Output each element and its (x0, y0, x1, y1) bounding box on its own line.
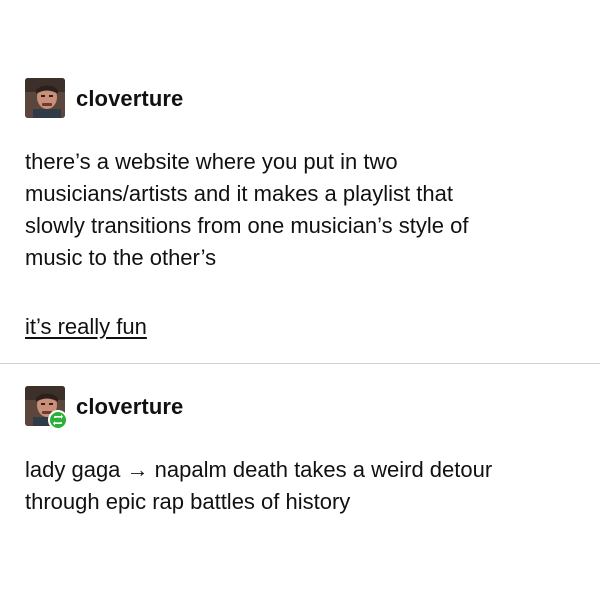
post-text: there’s a website where you put in two m… (25, 146, 580, 274)
reblog-icon (48, 410, 68, 430)
post-text-line: slowly transitions from one musician’s s… (25, 213, 469, 238)
username[interactable]: cloverture (76, 394, 183, 420)
post-divider (0, 363, 600, 364)
post-text: lady gaga → napalm death takes a weird d… (25, 454, 580, 518)
post-text-line: musicians/artists and it makes a playlis… (25, 181, 453, 206)
post-header: cloverture (0, 78, 600, 118)
post-text-line: through epic rap battles of history (25, 489, 351, 514)
post-text-line: there’s a website where you put in two (25, 149, 398, 174)
post-reblog: cloverture lady gaga → napalm death take… (0, 386, 600, 514)
post-link[interactable]: it’s really fun (25, 313, 147, 341)
avatar-icon[interactable] (25, 78, 65, 118)
post-header: cloverture (0, 386, 600, 430)
post-text-line: lady gaga → napalm death takes a weird d… (25, 457, 493, 482)
username[interactable]: cloverture (76, 86, 183, 112)
post-text-line: music to the other’s (25, 245, 217, 270)
post-original: cloverture there’s a website where you p… (0, 78, 600, 339)
